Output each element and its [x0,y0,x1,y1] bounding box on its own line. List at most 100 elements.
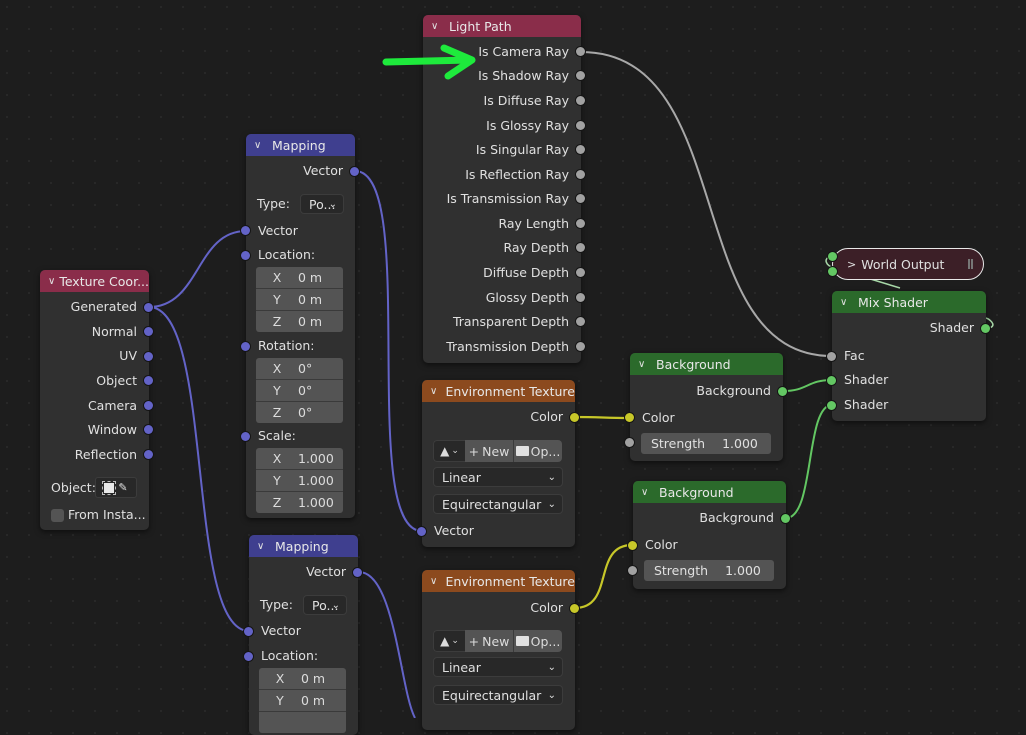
location-z[interactable]: Z 0 m [256,311,343,332]
socket-input[interactable] [417,527,426,536]
socket-output[interactable] [576,121,585,130]
rotation-z[interactable]: Z 0° [256,402,343,423]
node-header[interactable]: ∨ Mapping [246,134,355,156]
socket-output[interactable] [576,71,585,80]
socket-input[interactable] [241,226,250,235]
socket-input-surface[interactable] [828,252,837,261]
socket-output[interactable] [576,268,585,277]
node-header[interactable]: ∨ Light Path [423,15,581,37]
chevron-down-icon[interactable]: ∨ [638,359,652,370]
rotation-vector-field[interactable]: X 0° Y 0° Z 0° [256,358,343,423]
open-image-button[interactable]: Op... [514,630,562,652]
node-mapping[interactable]: ∨ Mapping Vector Type: Po... ⌄ Vector Loca… [244,535,362,735]
node-header[interactable]: ∨ Mix Shader [832,291,986,313]
new-image-button[interactable]: + New [465,630,514,652]
socket-output[interactable] [144,303,153,312]
from-instancer-checkbox[interactable] [51,509,64,522]
location-y[interactable]: Y 0 m [259,690,346,712]
socket-input[interactable] [241,432,250,441]
chevron-down-icon[interactable]: ∨ [431,21,445,32]
socket-output[interactable] [570,413,579,422]
socket-input[interactable] [628,566,637,575]
socket-output[interactable] [144,425,153,434]
strength-field[interactable]: Strength 1.000 [644,560,774,581]
socket-output[interactable] [576,47,585,56]
socket-input[interactable] [625,413,634,422]
node-header[interactable]: ∨ Background [630,353,783,375]
socket-input[interactable] [628,541,637,550]
socket-input-fac[interactable] [827,352,836,361]
socket-output[interactable] [144,450,153,459]
socket-input[interactable] [244,652,253,661]
node-environment-texture[interactable]: ∨ Environment Texture Color ▲ ⌄ + New Op...… [422,570,579,730]
socket-output[interactable] [576,96,585,105]
chevron-down-icon[interactable]: ∨ [840,297,854,308]
socket-input[interactable] [241,251,250,260]
socket-output[interactable] [144,327,153,336]
open-image-button[interactable]: Op... [514,440,562,462]
image-selector[interactable]: ▲ ⌄ + New Op... [433,440,562,462]
type-dropdown[interactable]: Po... ⌄ [303,595,347,615]
chevron-right-icon[interactable]: > [847,258,856,271]
image-browse-button[interactable]: ▲ ⌄ [433,440,465,462]
socket-input-shader[interactable] [827,401,836,410]
chevron-down-icon[interactable]: ∨ [641,487,655,498]
socket-output[interactable] [576,317,585,326]
socket-input[interactable] [244,627,253,636]
socket-output[interactable] [576,145,585,154]
node-header[interactable]: ∨ Environment Texture [422,380,575,402]
projection-dropdown[interactable]: Equirectangular ⌄ [433,685,563,705]
image-browse-button[interactable]: ▲ ⌄ [433,630,465,652]
socket-output[interactable] [576,170,585,179]
node-background[interactable]: ∨ Background Background Color Strength 1.… [628,481,790,589]
socket-output[interactable] [781,514,790,523]
node-header[interactable]: ∨ Environment Texture [422,570,575,592]
socket-output[interactable] [778,387,787,396]
location-x[interactable]: X 0 m [256,267,343,289]
node-background[interactable]: ∨ Background Background Color Strength 1.… [625,353,787,461]
location-y[interactable]: Y 0 m [256,289,343,311]
scale-x[interactable]: X 1.000 [256,448,343,470]
rotation-y[interactable]: Y 0° [256,380,343,402]
node-header[interactable]: ∨ Mapping [249,535,358,557]
type-dropdown[interactable]: Po... ⌄ [300,194,344,214]
location-vector-field[interactable]: X 0 m Y 0 m Z 0 m [256,267,343,332]
scale-y[interactable]: Y 1.000 [256,470,343,492]
socket-output[interactable] [576,342,585,351]
socket-output[interactable] [570,604,579,613]
new-image-button[interactable]: + New [465,440,514,462]
eyedropper-icon[interactable]: ✎ [118,477,127,498]
socket-output[interactable] [144,352,153,361]
socket-output[interactable] [353,568,362,577]
socket-input[interactable] [241,342,250,351]
interpolation-dropdown[interactable]: Linear ⌄ [433,657,563,677]
drag-grip-icon[interactable] [968,259,973,269]
socket-input-shader[interactable] [827,376,836,385]
node-world-output[interactable]: > World Output [832,248,984,280]
socket-output[interactable] [576,194,585,203]
node-texture-coordinate[interactable]: ∨ Texture Coor... Generated Normal UV Obj… [40,270,153,530]
socket-output[interactable] [576,243,585,252]
strength-field[interactable]: Strength 1.000 [641,433,771,454]
socket-input[interactable] [625,438,634,447]
node-environment-texture[interactable]: ∨ Environment Texture Color ▲ ⌄ + New Op...… [417,380,579,547]
node-header[interactable]: ∨ Texture Coor... [40,270,149,292]
image-selector[interactable]: ▲ ⌄ + New Op... [433,630,562,652]
socket-output[interactable] [350,167,359,176]
node-mapping[interactable]: ∨ Mapping Vector Type: Po... ⌄ Vector Loca… [241,134,359,518]
projection-dropdown[interactable]: Equirectangular ⌄ [433,494,563,514]
location-z[interactable] [259,712,346,733]
socket-output[interactable] [576,219,585,228]
scale-z[interactable]: Z 1.000 [256,492,343,513]
scale-vector-field[interactable]: X 1.000 Y 1.000 Z 1.000 [256,448,343,513]
object-picker[interactable]: ✎ [95,477,137,498]
socket-output[interactable] [144,401,153,410]
node-mix-shader[interactable]: ∨ Mix Shader Shader Fac Shader Shader [827,291,990,421]
location-x[interactable]: X 0 m [259,668,346,690]
rotation-x[interactable]: X 0° [256,358,343,380]
socket-output[interactable] [576,293,585,302]
socket-output[interactable] [981,324,990,333]
chevron-down-icon[interactable]: ∨ [254,140,268,151]
interpolation-dropdown[interactable]: Linear ⌄ [433,467,563,487]
location-vector-field[interactable]: X 0 m Y 0 m [259,668,346,733]
